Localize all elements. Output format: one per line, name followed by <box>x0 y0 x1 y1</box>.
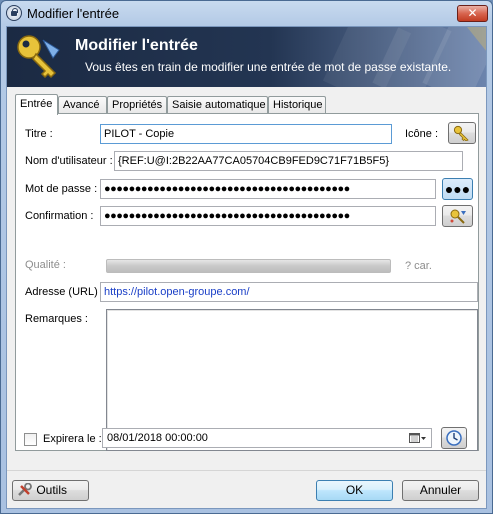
banner-title: Modifier l'entrée <box>75 37 198 54</box>
keepass-lock-icon <box>6 5 22 21</box>
calendar-dropdown-icon[interactable] <box>409 432 427 444</box>
tab-entree[interactable]: Entrée <box>15 94 58 115</box>
clock-icon <box>446 430 462 446</box>
generator-key-icon <box>450 209 466 224</box>
expires-checkbox[interactable] <box>24 433 37 446</box>
key-icon <box>453 125 469 142</box>
tools-button-label: Outils <box>36 483 68 497</box>
username-input[interactable]: {REF:U@I:2B22AA77CA05704CB9FED9C71F71B5F… <box>114 151 463 171</box>
expiry-presets-button[interactable] <box>441 427 467 449</box>
icon-picker-button[interactable] <box>448 122 476 144</box>
notes-label: Remarques : <box>25 313 88 325</box>
url-input[interactable]: https://pilot.open-groupe.com/ <box>100 282 478 302</box>
cancel-button[interactable]: Annuler <box>402 480 479 501</box>
entry-tab-panel: Titre : PILOT - Copie Icône : Nom d'util… <box>15 113 479 451</box>
banner-subtitle: Vous êtes en train de modifier une entré… <box>85 60 452 74</box>
show-password-toggle[interactable]: ●●● <box>442 178 473 200</box>
confirm-password-input[interactable]: ●●●●●●●●●●●●●●●●●●●●●●●●●●●●●●●●●●●●●●●● <box>100 206 436 226</box>
footer-separator <box>7 470 486 471</box>
tools-button[interactable]: Outils <box>12 480 89 501</box>
banner: Modifier l'entrée Vous êtes en train de … <box>7 27 486 87</box>
url-label: Adresse (URL) : <box>25 286 104 298</box>
tab-proprietes[interactable]: Propriétés <box>107 96 167 114</box>
username-label: Nom d'utilisateur : <box>25 155 113 167</box>
ok-button[interactable]: OK <box>316 480 393 501</box>
close-button[interactable]: ✕ <box>457 5 488 22</box>
tab-avance[interactable]: Avancé <box>58 96 107 114</box>
window-title: Modifier l'entrée <box>27 6 120 21</box>
banner-decoration <box>322 27 486 87</box>
key-icon <box>17 35 60 79</box>
password-generator-button[interactable] <box>442 205 473 227</box>
quality-char-count: ? car. <box>405 260 432 272</box>
password-input[interactable]: ●●●●●●●●●●●●●●●●●●●●●●●●●●●●●●●●●●●●●●●● <box>100 179 436 199</box>
password-label: Mot de passe : <box>25 183 98 195</box>
edit-entry-dialog: Modifier l'entrée ✕ Modifier l'entrée Vo… <box>0 0 493 514</box>
tab-historique[interactable]: Historique <box>268 96 326 114</box>
title-label: Titre : <box>25 128 53 140</box>
quality-label: Qualité : <box>25 259 66 271</box>
title-input[interactable]: PILOT - Copie <box>100 124 392 144</box>
icon-label: Icône : <box>405 128 439 140</box>
password-quality-bar <box>106 259 391 273</box>
tools-icon <box>18 482 32 496</box>
confirm-label: Confirmation : <box>25 210 94 222</box>
expires-label[interactable]: Expirera le : <box>43 433 102 445</box>
expiry-date-picker[interactable]: 08/01/2018 00:00:00 <box>102 428 432 448</box>
expiry-date-value: 08/01/2018 00:00:00 <box>107 432 208 444</box>
dialog-client: Modifier l'entrée Vous êtes en train de … <box>6 26 487 509</box>
title-bar: Modifier l'entrée ✕ <box>1 1 492 27</box>
tab-saisie-automatique[interactable]: Saisie automatique <box>167 96 268 114</box>
